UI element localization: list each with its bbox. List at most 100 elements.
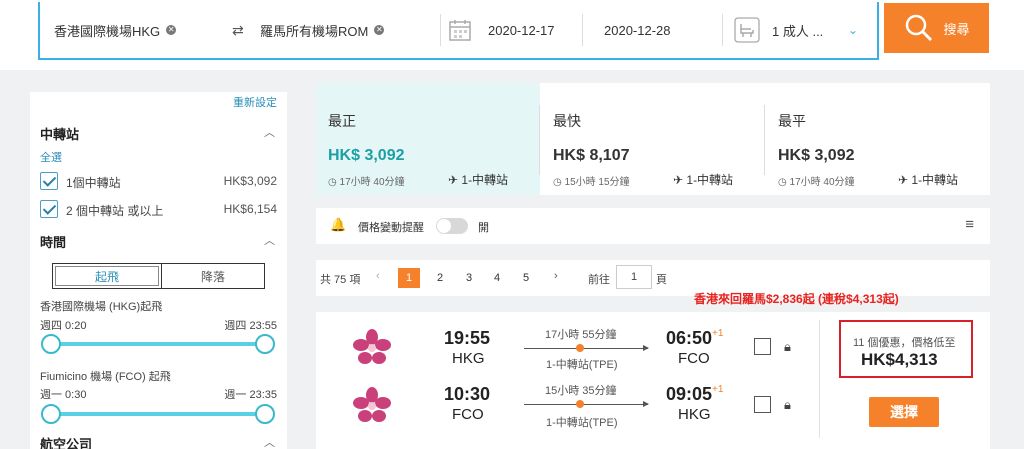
card-cheapest[interactable]: 最平 HK$ 3,092 ◷ 17小時 40分鐘 ✈ 1-中轉站: [766, 83, 990, 195]
arrive-time-text: 09:05: [666, 384, 713, 404]
clear-destination-icon[interactable]: ✕: [374, 25, 385, 35]
checkbox-one-stop[interactable]: [40, 172, 58, 190]
chevron-down-icon[interactable]: ⌄: [848, 2, 858, 58]
time-mode-toggle: 起飛 降落: [52, 263, 265, 289]
inbound-duration: 15小時 35分鐘: [545, 385, 617, 397]
lock-icon[interactable]: 🔒︎: [784, 339, 791, 355]
stops-text: 1-中轉站: [911, 173, 959, 187]
one-stop-price: HK$3,092: [223, 174, 277, 188]
fco-time-min: 週一 0:30: [40, 389, 87, 401]
fco-slider-max-handle[interactable]: [255, 404, 275, 424]
page-4[interactable]: 4: [486, 268, 508, 288]
compare-checkbox[interactable]: [754, 396, 771, 413]
inbound-arrive-time: 09:05+1: [666, 384, 723, 405]
next-day-badge: +1: [712, 328, 724, 339]
search-form: 香港國際機場HKG ✕ ⇄ 羅馬所有機場ROM ✕ 2020-12-17 202…: [38, 2, 879, 60]
depart-date-field[interactable]: 2020-12-17: [488, 2, 555, 58]
promo-annotation: 香港來回羅馬$2,836起 (連稅$4,313起): [694, 292, 899, 306]
compare-checkbox[interactable]: [754, 338, 771, 355]
chevron-up-icon[interactable]: ︿: [264, 232, 275, 248]
select-button[interactable]: 選擇: [869, 397, 939, 427]
origin-value: 香港國際機場HKG: [54, 23, 161, 39]
transit-dot: [576, 400, 584, 408]
lock-icon[interactable]: 🔒︎: [784, 397, 791, 413]
seat-icon: [734, 2, 760, 58]
clock-icon: ◷: [328, 177, 340, 188]
prev-page-icon[interactable]: ‹: [376, 270, 380, 282]
card-best-label: 最正: [328, 113, 356, 129]
outbound-route-line: [524, 345, 649, 351]
calendar-icon[interactable]: [448, 2, 472, 58]
outbound-arrive-code: FCO: [678, 350, 710, 367]
duration-text: 17小時 40分鐘: [789, 177, 855, 188]
stops-text: 1-中轉站: [686, 173, 734, 187]
duration-text: 17小時 40分鐘: [339, 177, 405, 188]
hkg-time-slider-track: [50, 342, 266, 346]
outbound-depart-code: HKG: [452, 350, 485, 367]
plane-icon: ✈: [898, 173, 912, 187]
card-cheapest-duration: ◷ 17小時 40分鐘: [778, 173, 855, 188]
price-alert-toggle[interactable]: [436, 218, 468, 234]
deal-price: HK$4,313: [861, 350, 938, 369]
price-alert-label: 價格變動提醒: [358, 222, 424, 234]
next-page-icon[interactable]: ›: [554, 270, 558, 282]
hkg-slider-max-handle[interactable]: [255, 334, 275, 354]
goto-page-input[interactable]: 1: [616, 265, 652, 289]
hkg-slider-min-handle[interactable]: [41, 334, 61, 354]
card-fastest-label: 最快: [553, 113, 581, 129]
page-unit-label: 頁: [656, 274, 667, 286]
inbound-depart-time: 10:30: [444, 384, 491, 404]
reset-link[interactable]: 重新設定: [233, 94, 277, 110]
sort-menu-icon[interactable]: ≡: [965, 216, 974, 233]
card-cheapest-stops: ✈ 1-中轉站: [898, 171, 958, 188]
clear-origin-icon[interactable]: ✕: [166, 25, 177, 35]
transit-section-title: 中轉站: [40, 127, 80, 142]
tab-land[interactable]: 降落: [161, 264, 264, 288]
checkbox-two-stops[interactable]: [40, 200, 58, 218]
filter-sidebar: 重新設定 中轉站 ︿ 全選 1個中轉站 HK$3,092 2 個中轉站 或以上 …: [30, 92, 287, 449]
results-count: 共 75 項: [320, 274, 361, 286]
passengers-field[interactable]: 1 成人 ...: [772, 2, 823, 58]
card-best[interactable]: 最正 HK$ 3,092 ◷ 17小時 40分鐘 ✈ 1-中轉站: [316, 83, 540, 195]
outbound-stops: 1-中轉站(TPE): [546, 359, 618, 371]
outbound-duration: 17小時 55分鐘: [545, 329, 617, 341]
search-icon: [906, 14, 933, 42]
inbound-arrive-code: HKG: [678, 406, 711, 423]
duration-text: 15小時 15分鐘: [564, 177, 630, 188]
price-alert-bar: 🔔 價格變動提醒 開 ≡: [316, 208, 990, 244]
divider: [722, 14, 723, 46]
divider: [539, 105, 540, 175]
card-fastest[interactable]: 最快 HK$ 8,107 ◷ 15小時 15分鐘 ✈ 1-中轉站: [541, 83, 765, 195]
plane-icon: ✈: [673, 173, 687, 187]
page-5[interactable]: 5: [515, 268, 537, 288]
destination-value: 羅馬所有機場ROM: [260, 23, 369, 39]
origin-field[interactable]: 香港國際機場HKG ✕: [54, 2, 177, 58]
return-date-field[interactable]: 2020-12-28: [604, 2, 671, 58]
swap-icon[interactable]: ⇄: [232, 2, 244, 58]
card-cheapest-label: 最平: [778, 113, 806, 129]
page-1[interactable]: 1: [398, 268, 420, 288]
page-2[interactable]: 2: [429, 268, 451, 288]
price-alert-state: 開: [478, 222, 489, 234]
outbound-depart-time: 19:55: [444, 328, 491, 348]
tab-depart[interactable]: 起飛: [55, 266, 159, 286]
search-button[interactable]: 搜尋: [884, 3, 989, 53]
airline-section-title: 航空公司: [40, 437, 93, 449]
sort-cards: 最正 HK$ 3,092 ◷ 17小時 40分鐘 ✈ 1-中轉站 最快 HK$ …: [316, 83, 990, 195]
flight-result-card: 19:55 HKG 17小時 55分鐘 1-中轉站(TPE) 06:50+1 F…: [316, 312, 990, 449]
clock-icon: ◷: [553, 177, 565, 188]
search-bar: 香港國際機場HKG ✕ ⇄ 羅馬所有機場ROM ✕ 2020-12-17 202…: [0, 0, 1024, 70]
divider: [440, 14, 441, 46]
inbound-route-line: [524, 401, 649, 407]
destination-field[interactable]: 羅馬所有機場ROM ✕: [260, 2, 385, 58]
page-3[interactable]: 3: [458, 268, 480, 288]
hkg-departure-title: 香港國際機場 (HKG)起飛: [40, 301, 163, 313]
fco-slider-min-handle[interactable]: [41, 404, 61, 424]
time-section-title: 時間: [40, 235, 67, 250]
chevron-up-icon[interactable]: ︿: [264, 434, 275, 449]
select-all-link[interactable]: 全選: [40, 149, 62, 165]
next-day-badge: +1: [712, 384, 724, 395]
fco-time-slider-track: [50, 412, 266, 416]
chevron-up-icon[interactable]: ︿: [264, 124, 275, 140]
outbound-arrive-time: 06:50+1: [666, 328, 723, 349]
